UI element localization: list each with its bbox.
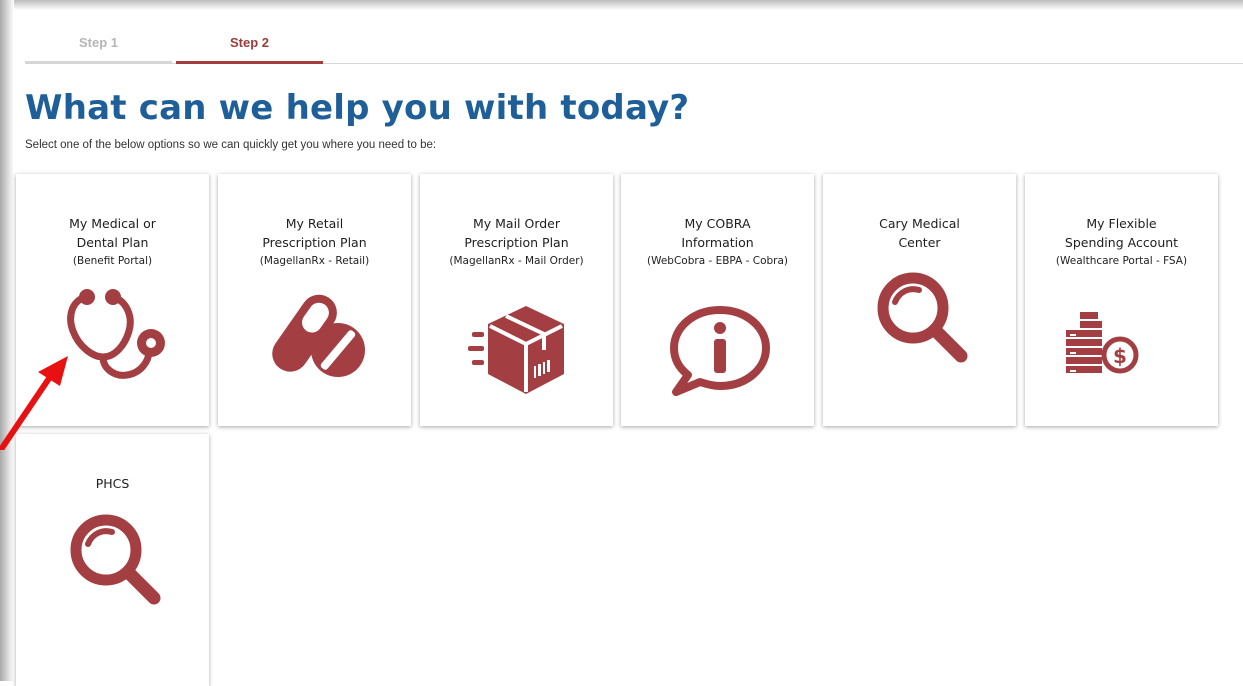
page-subtitle: Select one of the below options so we ca… [25, 139, 437, 151]
card-title: My Flexible Spending Account (Wealthcare… [1033, 214, 1210, 271]
money-icon: $ [1066, 312, 1139, 374]
magnifier-icon [877, 272, 968, 363]
card-phcs[interactable]: PHCS [16, 434, 209, 686]
svg-text:$: $ [1113, 344, 1127, 368]
window-frame-top [0, 0, 1243, 10]
card-title-line1: My Mail Order [472, 216, 561, 231]
card-cobra-information[interactable]: My COBRA Information (WebCobra - EBPA - … [621, 174, 814, 426]
card-subtitle: (Wealthcare Portal - FSA) [1055, 255, 1188, 267]
card-title: My Medical or Dental Plan (Benefit Porta… [24, 214, 201, 271]
card-subtitle: (Benefit Portal) [72, 255, 153, 267]
card-flexible-spending-account[interactable]: My Flexible Spending Account (Wealthcare… [1025, 174, 1218, 426]
card-title-line2: Spending Account [1064, 235, 1179, 250]
card-cary-medical-center[interactable]: Cary Medical Center [823, 174, 1016, 426]
card-title-line2: Information [681, 235, 754, 250]
info-icon [670, 306, 770, 396]
card-subtitle: (MagellanRx - Retail) [259, 255, 370, 267]
card-subtitle: (WebCobra - EBPA - Cobra) [646, 255, 789, 267]
package-icon [468, 306, 564, 394]
card-title-line2: Dental Plan [76, 235, 149, 250]
window-frame-left [0, 0, 14, 681]
card-title-line2: Center [898, 235, 941, 250]
card-title-line1: My Medical or [69, 216, 156, 231]
card-title: Cary Medical Center [831, 214, 1008, 252]
card-title-line1: PHCS [95, 476, 130, 491]
card-title-line1: Cary Medical [879, 216, 960, 231]
card-title-line2: Prescription Plan [262, 235, 367, 250]
annotation-arrow-icon [0, 356, 68, 450]
card-title-line1: My COBRA [684, 216, 751, 231]
card-mail-order-prescription-plan[interactable]: My Mail Order Prescription Plan (Magella… [420, 174, 613, 426]
card-subtitle: (MagellanRx - Mail Order) [449, 255, 584, 267]
card-title: My COBRA Information (WebCobra - EBPA - … [629, 214, 806, 271]
step-indicator: Step 1 Step 2 [25, 30, 1243, 64]
card-title-line2: Prescription Plan [464, 235, 569, 250]
step-1-tab[interactable]: Step 1 [25, 30, 172, 64]
card-title: My Retail Prescription Plan (MagellanRx … [226, 214, 403, 271]
card-title: My Mail Order Prescription Plan (Magella… [428, 214, 605, 271]
pills-icon [272, 294, 365, 377]
card-retail-prescription-plan[interactable]: My Retail Prescription Plan (MagellanRx … [218, 174, 411, 426]
card-title: PHCS [24, 474, 201, 493]
page-title: What can we help you with today? [25, 88, 690, 128]
card-title-line1: My Flexible [1086, 216, 1157, 231]
magnifier-icon [70, 514, 161, 605]
card-title-line1: My Retail [285, 216, 344, 231]
step-2-tab[interactable]: Step 2 [176, 30, 323, 64]
